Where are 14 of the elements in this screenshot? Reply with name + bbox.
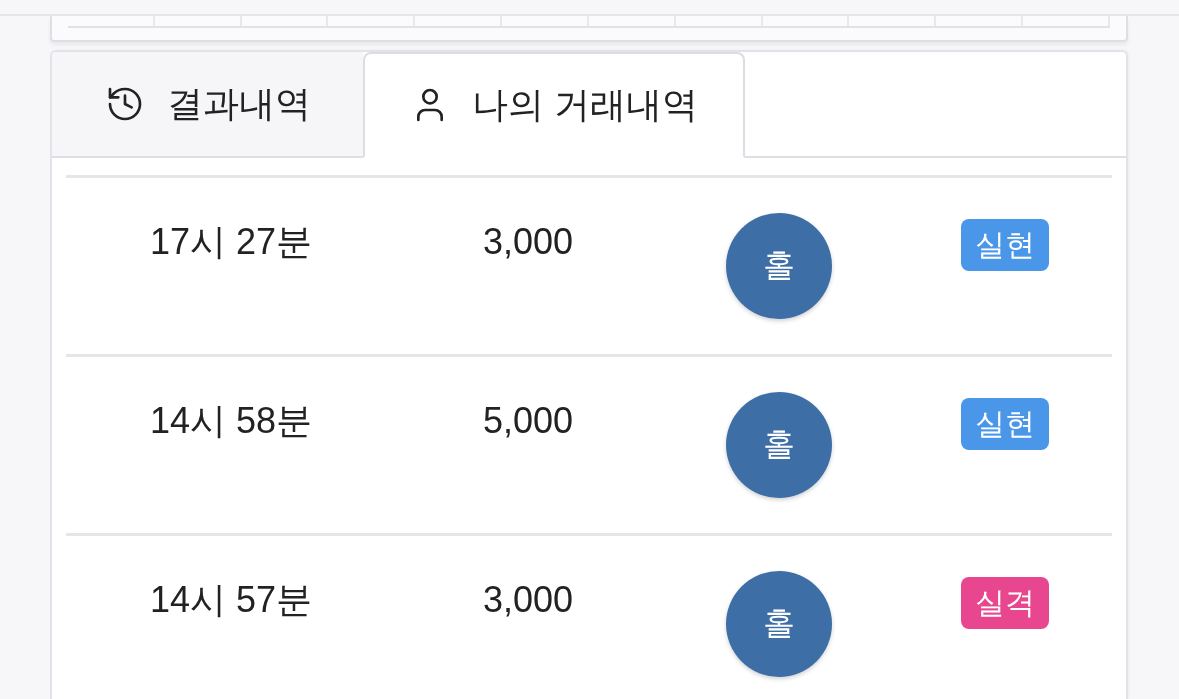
trade-time: 14시 57분 [149, 578, 313, 621]
result-tag: 실현 [961, 398, 1049, 450]
pick-circle: 홀 [726, 571, 832, 677]
tab[interactable]: 결과내역 [52, 52, 363, 158]
tab[interactable]: 나의 거래내역 [363, 52, 745, 158]
pick-circle: 홀 [726, 213, 832, 319]
trade-time: 17시 27분 [149, 220, 313, 263]
trade-time: 14시 58분 [149, 399, 313, 442]
result-tag: 실격 [961, 577, 1049, 629]
trade-amount: 3,000 [482, 578, 574, 621]
trade-amount: 3,000 [482, 220, 574, 263]
pick-circle: 홀 [726, 392, 832, 498]
result-tag: 실현 [961, 219, 1049, 271]
trade-amount: 5,000 [482, 399, 574, 442]
